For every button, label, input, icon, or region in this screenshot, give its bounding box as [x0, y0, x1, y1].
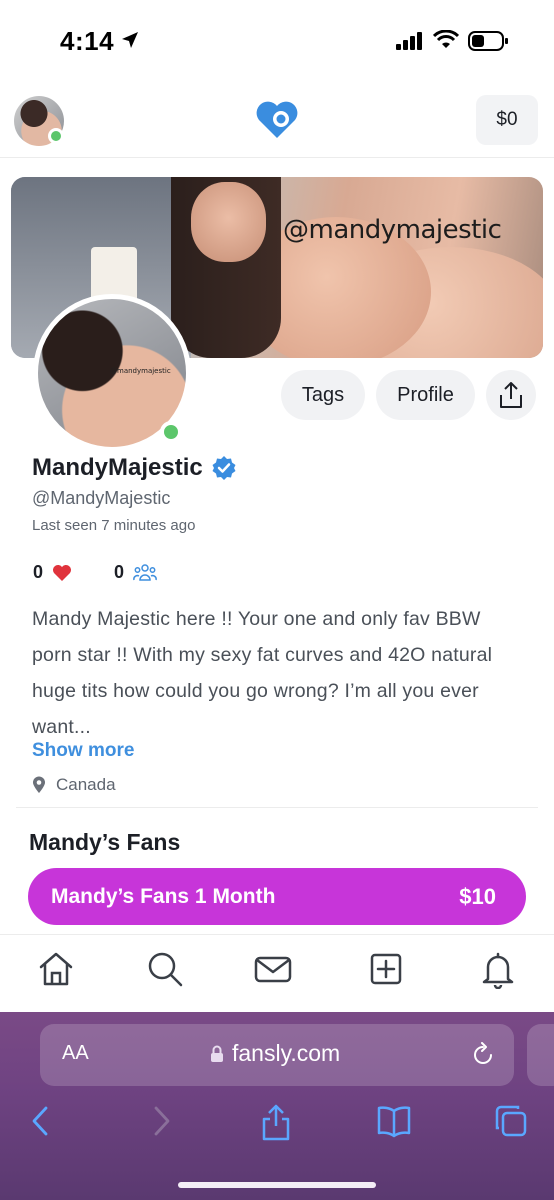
profile-bio: Mandy Majestic here !! Your one and only…: [32, 608, 493, 738]
next-tab-preview[interactable]: [527, 1024, 554, 1086]
profile-location: Canada: [32, 775, 116, 795]
show-more-link[interactable]: Show more: [32, 740, 134, 762]
notifications-icon[interactable]: [478, 949, 518, 989]
browser-toolbar: AA fansly.com: [0, 1012, 554, 1200]
subscriptions-title: Mandy’s Fans: [29, 829, 181, 855]
profile-online-indicator: [160, 421, 182, 443]
text-size-button[interactable]: AA: [62, 1042, 89, 1065]
forward-icon[interactable]: [148, 1104, 174, 1138]
profile-name-row: MandyMajestic: [32, 454, 237, 482]
profile-button[interactable]: Profile: [376, 370, 475, 420]
back-icon[interactable]: [28, 1104, 54, 1138]
last-seen-text: Last seen 7 minutes ago: [32, 517, 196, 534]
followers-count: 0: [114, 562, 125, 582]
avatar-watermark: @mandymajestic: [110, 367, 171, 375]
banner-watermark: @mandymajestic: [283, 215, 502, 245]
url-text: fansly.com: [232, 1040, 341, 1066]
tier-price: $10: [459, 883, 496, 909]
fansly-heart-logo-icon[interactable]: [254, 100, 300, 140]
wifi-icon: [433, 30, 459, 48]
location-pin-icon: [33, 776, 45, 793]
create-post-icon[interactable]: [366, 949, 406, 989]
share-icon[interactable]: [260, 1104, 292, 1142]
profile-stats: 0 0: [33, 562, 157, 583]
tier-name: Mandy’s Fans 1 Month: [51, 884, 276, 908]
status-time: 4:14: [60, 26, 115, 56]
cellular-signal-icon: [396, 32, 422, 50]
battery-icon: [468, 31, 508, 51]
heart-icon[interactable]: [52, 564, 72, 582]
address-bar[interactable]: AA fansly.com: [40, 1024, 514, 1086]
location-text: Canada: [56, 775, 116, 794]
bottom-nav: [0, 934, 554, 1012]
bookmarks-icon[interactable]: [376, 1104, 412, 1138]
search-icon[interactable]: [145, 949, 185, 989]
followers-icon[interactable]: [133, 563, 157, 583]
section-divider: [16, 807, 538, 808]
home-icon[interactable]: [36, 949, 76, 989]
messages-icon[interactable]: [253, 949, 293, 989]
home-indicator[interactable]: [178, 1182, 376, 1188]
online-indicator: [48, 128, 64, 144]
share-button[interactable]: [486, 370, 536, 420]
likes-count: 0: [33, 562, 44, 582]
subscribe-tier-button[interactable]: Mandy’s Fans 1 Month $10: [28, 868, 526, 925]
tabs-icon[interactable]: [494, 1104, 528, 1138]
status-bar: 4:14: [0, 0, 554, 80]
verified-badge-icon: [212, 456, 236, 480]
reload-icon[interactable]: [470, 1042, 496, 1068]
share-icon: [500, 382, 522, 408]
tags-button[interactable]: Tags: [281, 370, 365, 420]
wallet-balance-button[interactable]: $0: [476, 95, 538, 145]
display-name: MandyMajestic: [32, 454, 203, 481]
app-header: $0: [0, 80, 554, 158]
profile-handle: @MandyMajestic: [32, 488, 171, 508]
lock-icon: [211, 1045, 223, 1062]
url-display[interactable]: fansly.com: [210, 1040, 340, 1067]
location-arrow-icon: [122, 32, 138, 48]
